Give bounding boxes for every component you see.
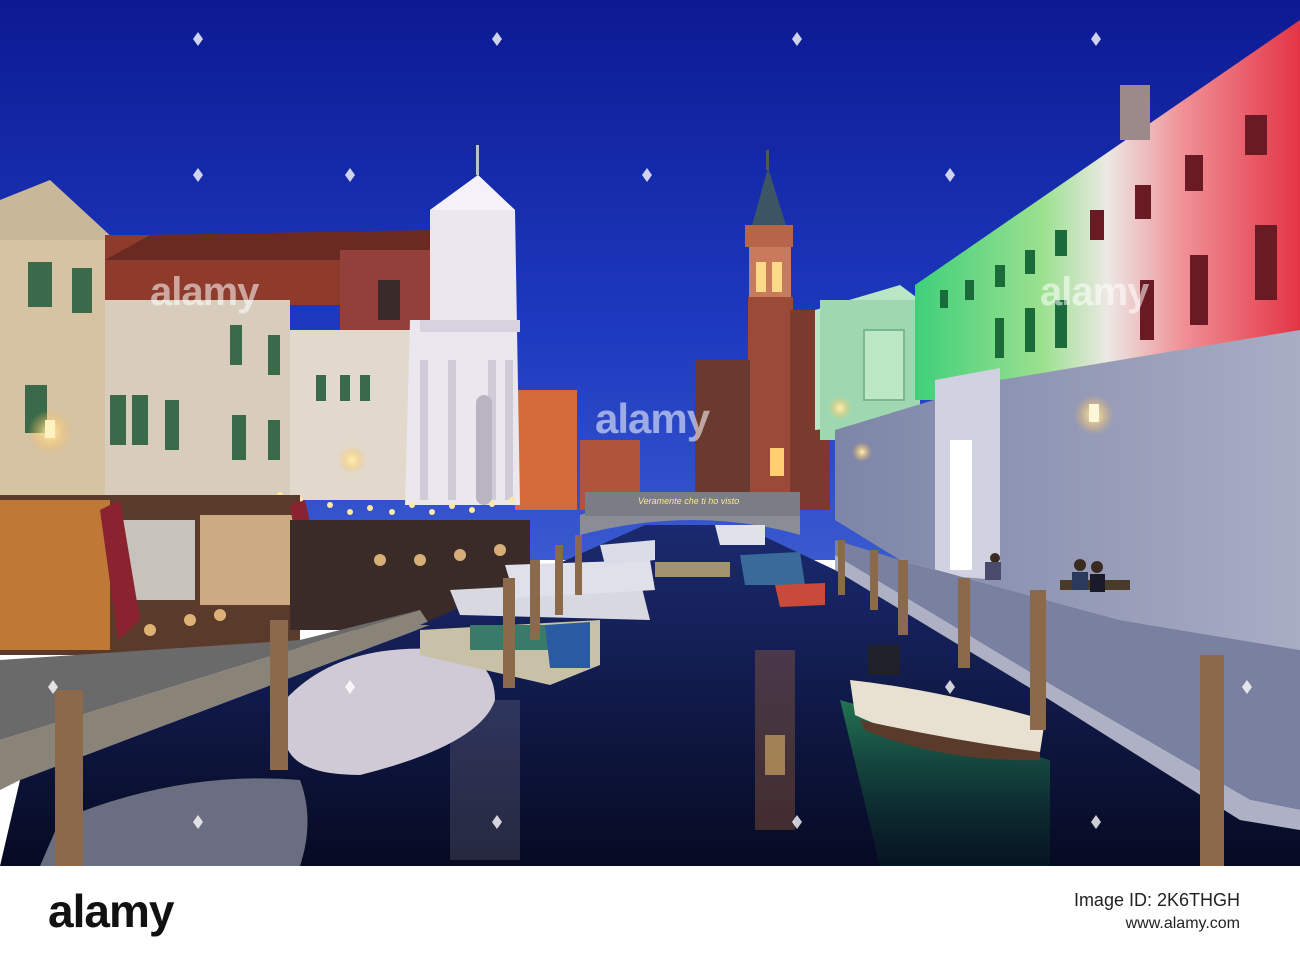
photograph: Veramente che ti ho visto alamy alamy al…	[0, 0, 1300, 866]
stock-footer: alamy Image ID: 2K6THGH www.alamy.com	[0, 866, 1300, 956]
watermark-diamond-icon	[492, 32, 502, 46]
watermark-diamond-icon	[193, 168, 203, 182]
watermark-diamond-icon	[945, 680, 955, 694]
site-url: www.alamy.com	[1125, 915, 1240, 932]
alamy-logo: alamy	[48, 885, 174, 937]
watermark-diamond-icon	[792, 32, 802, 46]
watermark-diamond-icon	[642, 168, 652, 182]
watermark-diamond-icon	[48, 680, 58, 694]
image-id: Image ID: 2K6THGH	[1073, 890, 1240, 910]
watermark-diamond-icon	[1242, 680, 1252, 694]
watermark-center: alamy	[595, 395, 710, 442]
watermark-diamond-icon	[345, 168, 355, 182]
watermark-diamond-icon	[193, 815, 203, 829]
watermark-diamond-icon	[792, 815, 802, 829]
watermark-diamond-icon	[492, 815, 502, 829]
watermark-diamond-icon	[945, 168, 955, 182]
watermark-left: alamy	[150, 270, 259, 314]
watermark-diamond-icon	[1091, 815, 1101, 829]
watermark-diamond-icon	[1091, 32, 1101, 46]
image-id-block: Image ID: 2K6THGH www.alamy.com	[1074, 888, 1240, 936]
watermark-diamond-icon	[193, 32, 203, 46]
bridge-sign-text: Veramente che ti ho visto	[638, 496, 740, 506]
watermark-diamond-icon	[345, 680, 355, 694]
watermark-right: alamy	[1040, 270, 1149, 314]
